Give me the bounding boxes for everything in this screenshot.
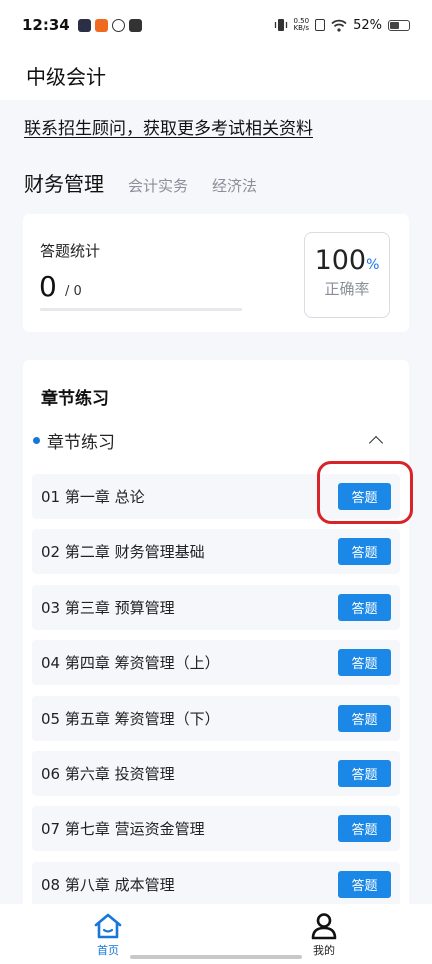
progress-track (40, 308, 242, 311)
consult-link[interactable]: 联系招生顾问，获取更多考试相关资料 (24, 114, 313, 139)
app-notification-icon (111, 18, 125, 32)
chapter-row[interactable]: 03 第三章 预算管理 答题 (32, 584, 400, 630)
answered-count: 0 (39, 270, 57, 303)
accuracy-box: 100% 正确率 (304, 232, 390, 318)
net-speed: 0.50 KB/s (294, 18, 310, 32)
chapter-row[interactable]: 06 第六章 投资管理 答题 (32, 750, 400, 796)
tab-economic-law[interactable]: 经济法 (212, 175, 257, 196)
chapter-row[interactable]: 08 第八章 成本管理 答题 (32, 861, 400, 904)
chapter-row[interactable]: 07 第七章 营运资金管理 答题 (32, 806, 400, 852)
chapter-row[interactable]: 02 第二章 财务管理基础 答题 (32, 529, 400, 575)
bottom-nav: 首页 我的 (0, 904, 432, 964)
chapter-title: 05 第五章 筹资管理（下） (41, 709, 220, 728)
chapter-title: 08 第八章 成本管理 (41, 875, 175, 894)
answer-button[interactable]: 答题 (338, 538, 391, 566)
user-icon (311, 913, 337, 940)
accuracy-label: 正确率 (324, 280, 370, 298)
subject-tabs: 财务管理 会计实务 经济法 (24, 168, 257, 197)
bullet-dot-icon (33, 436, 40, 444)
home-icon (94, 913, 122, 939)
chapter-title: 06 第六章 投资管理 (41, 764, 175, 783)
vibrate-icon (274, 19, 287, 31)
chapter-row[interactable]: 04 第四章 筹资管理（上） 答题 (32, 640, 400, 686)
answer-button[interactable]: 答题 (338, 870, 391, 898)
answer-button[interactable]: 答题 (338, 759, 391, 787)
chapter-row[interactable]: 05 第五章 筹资管理（下） 答题 (32, 695, 400, 741)
status-bar: 12:34 0.50 KB/s 52% (0, 0, 432, 50)
group-label: 章节练习 (47, 432, 115, 453)
answer-button[interactable]: 答题 (338, 815, 391, 843)
nav-mine-label: 我的 (313, 944, 335, 957)
answer-button[interactable]: 答题 (338, 593, 391, 621)
accuracy-value: 100% (305, 245, 389, 276)
home-indicator[interactable] (130, 955, 302, 959)
answer-button[interactable]: 答题 (338, 649, 391, 677)
app-bar: 中级会计 (0, 50, 432, 100)
stats-title: 答题统计 (40, 242, 101, 260)
chapter-title: 01 第一章 总论 (41, 488, 145, 506)
net-speed-unit: KB/s (293, 24, 309, 32)
chapter-title: 02 第二章 财务管理基础 (41, 543, 205, 562)
accuracy-unit: % (366, 257, 380, 273)
status-app-icons (77, 18, 142, 32)
battery-percent: 52% (353, 17, 382, 33)
app-notification-icon (77, 18, 91, 32)
chapter-title: 04 第四章 筹资管理（上） (41, 654, 220, 673)
no-sim-icon (315, 19, 326, 31)
status-right: 0.50 KB/s 52% (274, 17, 410, 33)
page-title: 中级会计 (26, 64, 106, 89)
highlight-annotation (317, 461, 413, 524)
total-count: / 0 (65, 284, 82, 299)
app-notification-icon (94, 18, 108, 32)
chevron-up-icon[interactable] (368, 435, 384, 451)
status-time: 12:34 (22, 16, 70, 34)
answer-button[interactable]: 答题 (338, 704, 391, 732)
chapters-card: 章节练习 章节练习 01 第一章 总论 答题 02 第二章 财务管理基础 答题 … (23, 360, 409, 904)
chapter-title: 07 第七章 营运资金管理 (41, 820, 205, 839)
app-notification-icon (128, 18, 142, 32)
tab-financial-management[interactable]: 财务管理 (24, 168, 104, 197)
section-title: 章节练习 (41, 389, 109, 409)
chapter-title: 03 第三章 预算管理 (41, 598, 175, 617)
accuracy-number: 100 (314, 245, 367, 276)
battery-icon (388, 19, 410, 31)
stats-card: 答题统计 0 / 0 100% 正确率 (23, 214, 409, 332)
chapter-list: 01 第一章 总论 答题 02 第二章 财务管理基础 答题 03 第三章 预算管… (32, 474, 400, 904)
chapter-group-header[interactable]: 章节练习 (33, 428, 389, 453)
nav-home-label: 首页 (97, 944, 119, 957)
wifi-icon (331, 19, 347, 32)
tab-accounting-practice[interactable]: 会计实务 (128, 175, 188, 196)
